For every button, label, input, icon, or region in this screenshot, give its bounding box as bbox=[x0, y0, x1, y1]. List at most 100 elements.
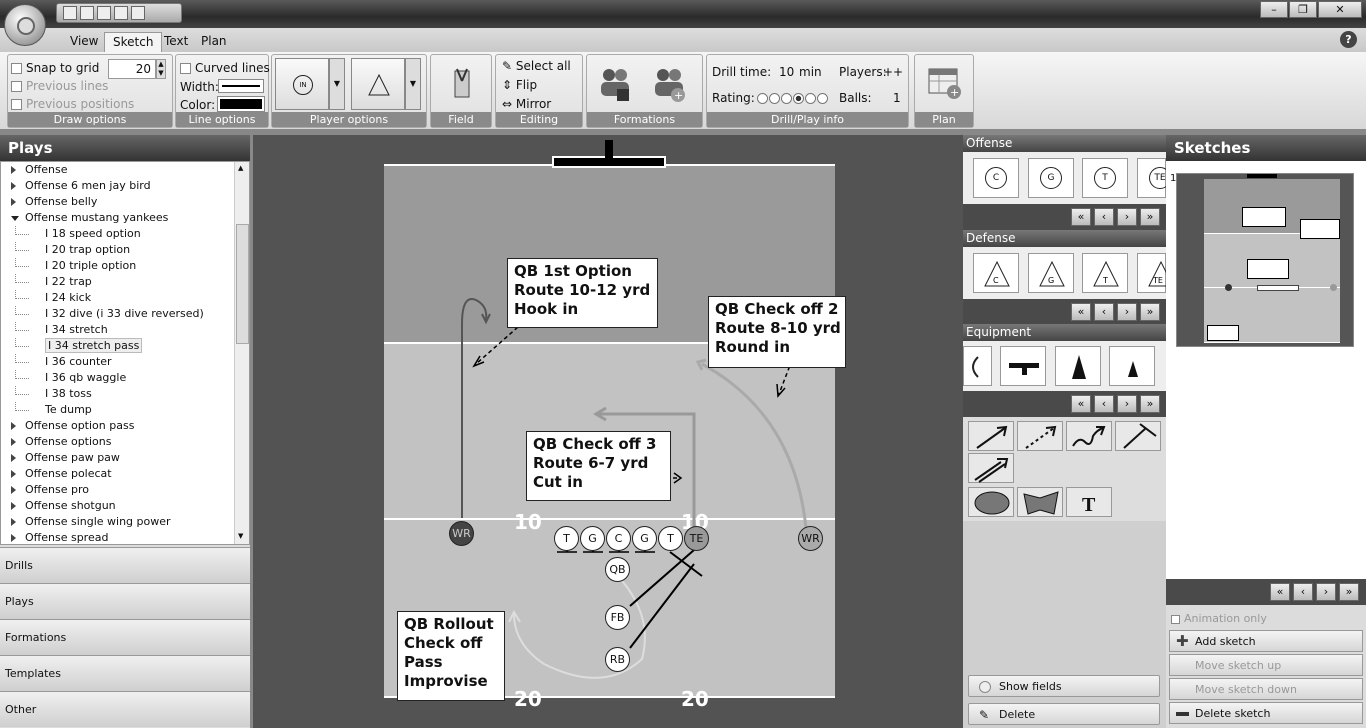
undo-icon[interactable] bbox=[114, 6, 128, 20]
minimize-button[interactable]: – bbox=[1260, 1, 1288, 18]
save-icon[interactable] bbox=[80, 6, 94, 20]
snap-to-grid-checkbox[interactable]: Snap to grid bbox=[11, 61, 99, 75]
sketch-thumbnail[interactable] bbox=[1176, 173, 1354, 347]
tree-folder[interactable]: Offense pro bbox=[11, 482, 89, 498]
first-page-button[interactable]: « bbox=[1071, 303, 1091, 321]
new-icon[interactable] bbox=[63, 6, 77, 20]
last-sketch-button[interactable]: » bbox=[1339, 583, 1359, 601]
equipment-sled-item[interactable] bbox=[1000, 346, 1046, 386]
player-runningback[interactable]: RB bbox=[605, 647, 630, 672]
tree-folder[interactable]: Offense single wing power bbox=[11, 514, 171, 530]
next-page-button[interactable]: › bbox=[1117, 395, 1137, 413]
grid-size-spinner[interactable]: ▲ ▼ bbox=[156, 59, 166, 79]
equipment-ring-item[interactable] bbox=[963, 346, 992, 386]
balls-value[interactable]: 1 bbox=[893, 91, 901, 105]
tree-item[interactable]: I 38 toss bbox=[15, 386, 92, 402]
expand-right-icon[interactable] bbox=[11, 166, 16, 174]
palette-delete-button[interactable]: ✎ Delete bbox=[968, 703, 1160, 725]
scroll-thumb[interactable] bbox=[236, 224, 249, 344]
tree-item[interactable]: I 20 trap option bbox=[15, 242, 130, 258]
player-quarterback[interactable]: QB bbox=[605, 557, 630, 582]
arrow-line-tool[interactable] bbox=[968, 421, 1014, 451]
mirror-button[interactable]: ⇔ Mirror bbox=[502, 97, 551, 111]
player-guard[interactable]: G bbox=[580, 526, 605, 551]
help-icon[interactable]: ? bbox=[1340, 31, 1357, 48]
ellipse-tool[interactable] bbox=[968, 487, 1014, 517]
route-note[interactable]: QB 1st Option Route 10-12 yrd Hook in bbox=[507, 258, 658, 328]
text-tool[interactable]: T bbox=[1066, 487, 1112, 517]
tree-folder[interactable]: Offense mustang yankees bbox=[11, 210, 168, 226]
app-menu-button[interactable] bbox=[4, 4, 46, 46]
tree-item[interactable]: I 34 stretch pass bbox=[15, 338, 143, 354]
defense-te-item[interactable]: TE bbox=[1137, 253, 1174, 293]
curved-lines-checkbox[interactable]: Curved lines bbox=[180, 61, 270, 75]
next-sketch-button[interactable]: › bbox=[1316, 583, 1336, 601]
equipment-cone-item[interactable] bbox=[1055, 346, 1101, 386]
defense-t-item[interactable]: T bbox=[1082, 253, 1128, 293]
tree-folder[interactable]: Offense polecat bbox=[11, 466, 112, 482]
player-shape-circle-button[interactable]: IN bbox=[275, 58, 329, 110]
player-wr-right[interactable]: WR bbox=[798, 526, 823, 551]
expand-right-icon[interactable] bbox=[11, 182, 16, 190]
add-sketch-button[interactable]: ✚ Add sketch bbox=[1169, 630, 1363, 652]
formation-save-icon[interactable] bbox=[597, 65, 633, 103]
player-guard[interactable]: G bbox=[632, 526, 657, 551]
defense-c-item[interactable]: C bbox=[973, 253, 1019, 293]
open-icon[interactable] bbox=[97, 6, 111, 20]
offense-guard-item[interactable]: G bbox=[1028, 158, 1074, 198]
expand-right-icon[interactable] bbox=[11, 422, 16, 430]
animation-only-checkbox[interactable]: Animation only bbox=[1171, 612, 1267, 625]
last-page-button[interactable]: » bbox=[1140, 208, 1160, 226]
line-width-picker[interactable] bbox=[218, 79, 264, 93]
last-page-button[interactable]: » bbox=[1140, 395, 1160, 413]
player-tackle[interactable]: T bbox=[658, 526, 683, 551]
route-note[interactable]: QB Check off 3 Route 6-7 yrd Cut in bbox=[526, 431, 671, 501]
tab-plan[interactable]: Plan bbox=[193, 32, 235, 52]
first-page-button[interactable]: « bbox=[1071, 208, 1091, 226]
first-sketch-button[interactable]: « bbox=[1270, 583, 1290, 601]
defense-g-item[interactable]: G bbox=[1028, 253, 1074, 293]
double-arrow-tool[interactable] bbox=[968, 453, 1014, 483]
expand-right-icon[interactable] bbox=[11, 486, 16, 494]
plan-group[interactable]: + Plan bbox=[914, 54, 974, 128]
section-plays[interactable]: Plays bbox=[0, 583, 250, 619]
last-page-button[interactable]: » bbox=[1140, 303, 1160, 321]
move-sketch-down-button[interactable]: Move sketch down bbox=[1169, 678, 1363, 700]
tree-folder[interactable]: Offense shotgun bbox=[11, 498, 116, 514]
expand-right-icon[interactable] bbox=[11, 454, 16, 462]
prev-page-button[interactable]: ‹ bbox=[1094, 208, 1114, 226]
tree-item[interactable]: Te dump bbox=[15, 402, 92, 418]
expand-right-icon[interactable] bbox=[11, 198, 16, 206]
tree-folder[interactable]: Offense 6 men jay bird bbox=[11, 178, 151, 194]
tree-scrollbar[interactable]: ▲ ▼ bbox=[234, 162, 249, 544]
prev-page-button[interactable]: ‹ bbox=[1094, 395, 1114, 413]
delete-sketch-button[interactable]: Delete sketch bbox=[1169, 702, 1363, 724]
section-other[interactable]: Other bbox=[0, 691, 250, 727]
rating-dot-icon[interactable] bbox=[757, 93, 768, 104]
scroll-down-icon[interactable]: ▼ bbox=[238, 532, 243, 540]
previous-lines-checkbox[interactable]: Previous lines bbox=[11, 79, 108, 93]
next-page-button[interactable]: › bbox=[1117, 208, 1137, 226]
tree-item[interactable]: I 36 counter bbox=[15, 354, 112, 370]
player-shape-triangle-dropdown[interactable]: ▼ bbox=[405, 58, 421, 110]
expand-right-icon[interactable] bbox=[11, 518, 16, 526]
section-drills[interactable]: Drills bbox=[0, 547, 250, 583]
show-fields-button[interactable]: Show fields bbox=[968, 675, 1160, 697]
prev-page-button[interactable]: ‹ bbox=[1094, 303, 1114, 321]
flip-button[interactable]: ⇕ Flip bbox=[502, 78, 537, 92]
section-templates[interactable]: Templates bbox=[0, 655, 250, 691]
section-formations[interactable]: Formations bbox=[0, 619, 250, 655]
equipment-small-cone-item[interactable] bbox=[1109, 346, 1155, 386]
grid-size-input[interactable]: 20 bbox=[108, 59, 156, 79]
players-value[interactable]: ++ bbox=[883, 65, 903, 79]
rating-dot-icon[interactable] bbox=[817, 93, 828, 104]
tree-item[interactable]: I 32 dive (i 33 dive reversed) bbox=[15, 306, 204, 322]
move-sketch-up-button[interactable]: Move sketch up bbox=[1169, 654, 1363, 676]
tab-sketch[interactable]: Sketch bbox=[104, 32, 163, 52]
wavy-arrow-tool[interactable] bbox=[1066, 421, 1112, 451]
prev-sketch-button[interactable]: ‹ bbox=[1293, 583, 1313, 601]
expand-right-icon[interactable] bbox=[11, 502, 16, 510]
route-note[interactable]: QB Rollout Check off Pass Improvise bbox=[397, 611, 505, 701]
scroll-up-icon[interactable]: ▲ bbox=[238, 164, 243, 172]
formation-add-icon[interactable]: + bbox=[651, 65, 687, 103]
